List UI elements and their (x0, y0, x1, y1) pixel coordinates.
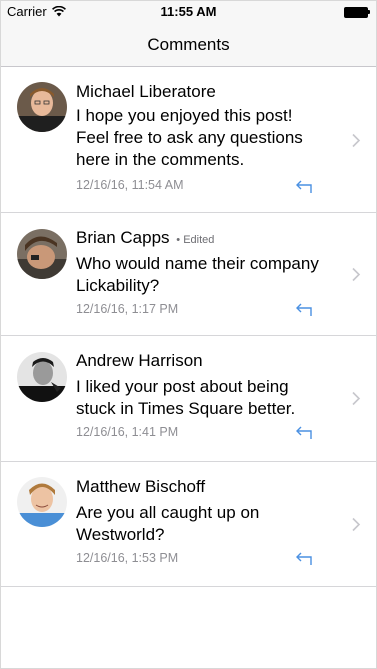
edited-label: • Edited (176, 234, 215, 246)
comment-body: I liked your post about being stuck in T… (76, 377, 296, 418)
comment-author: Matthew Bischoff (76, 477, 206, 496)
chevron-right-icon (352, 391, 361, 406)
chevron-right-icon (352, 133, 361, 148)
navigation-bar: Comments (1, 23, 376, 67)
comment-author: Andrew Harrison (76, 351, 203, 370)
comment-row-3[interactable]: Andrew Harrison I liked your post about … (1, 336, 376, 462)
screen: Carrier 11:55 AM Comments Michael Libera… (0, 0, 377, 669)
avatar (17, 229, 67, 279)
avatar (17, 82, 67, 132)
comment-timestamp: 12/16/16, 1:41 PM (76, 425, 179, 439)
reply-icon[interactable] (294, 424, 314, 440)
page-title: Comments (147, 35, 230, 54)
avatar (17, 352, 67, 402)
comment-body: Who would name their company Lickability… (76, 254, 319, 295)
reply-icon[interactable] (294, 301, 314, 317)
reply-icon[interactable] (294, 550, 314, 566)
comment-timestamp: 12/16/16, 11:54 AM (76, 178, 184, 192)
avatar (17, 477, 67, 527)
comment-timestamp: 12/16/16, 1:17 PM (76, 302, 179, 316)
comment-row-4[interactable]: Matthew Bischoff Are you all caught up o… (1, 462, 376, 587)
comment-author: Brian Capps (76, 228, 170, 247)
comment-body: Are you all caught up on Westworld? (76, 503, 260, 544)
battery-icon (344, 7, 370, 18)
comment-row-2[interactable]: Brian Capps • Edited Who would name thei… (1, 213, 376, 336)
chevron-right-icon (352, 267, 361, 282)
comment-body: I hope you enjoyed this post! Feel free … (76, 106, 303, 169)
reply-icon[interactable] (294, 178, 314, 194)
status-bar: Carrier 11:55 AM (1, 1, 376, 23)
comment-row-1[interactable]: Michael Liberatore I hope you enjoyed th… (1, 67, 376, 213)
status-time: 11:55 AM (160, 4, 217, 19)
comments-list: Michael Liberatore I hope you enjoyed th… (1, 67, 376, 587)
comment-author: Michael Liberatore (76, 82, 216, 101)
chevron-right-icon (352, 517, 361, 532)
comment-timestamp: 12/16/16, 1:53 PM (76, 551, 179, 565)
